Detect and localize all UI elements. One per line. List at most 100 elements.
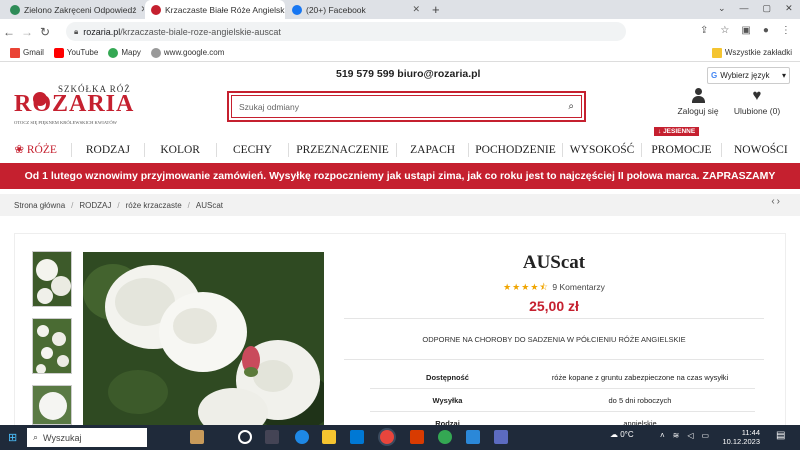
task-view-icon[interactable] bbox=[238, 430, 252, 444]
globe-icon bbox=[150, 47, 161, 58]
edge-icon[interactable] bbox=[295, 430, 309, 444]
wifi-icon[interactable]: ≋ bbox=[673, 431, 680, 440]
attribute-key: Wysyłka bbox=[432, 395, 463, 405]
rose-icon: ❀ bbox=[14, 143, 27, 156]
product-main-image[interactable] bbox=[83, 252, 324, 433]
menu-item-rodzaj[interactable]: RODZAJ bbox=[72, 142, 145, 157]
breadcrumb-item: AUScat bbox=[195, 200, 224, 210]
system-tray: ˄ ≋ ◁ ▭ bbox=[660, 431, 709, 440]
all-bookmarks[interactable]: Wszystkie zakładki bbox=[711, 47, 792, 58]
bookmark-youtube[interactable]: YouTube bbox=[53, 47, 98, 58]
breadcrumb-item[interactable]: RODZAJ bbox=[79, 201, 111, 210]
breadcrumb-item[interactable]: Strona główna bbox=[14, 201, 65, 210]
site-favicon-icon bbox=[10, 4, 20, 15]
chrome-icon[interactable] bbox=[380, 430, 394, 444]
back-icon[interactable]: ← bbox=[0, 25, 18, 39]
store-icon[interactable] bbox=[350, 430, 364, 444]
comments-link[interactable]: 9 Komentarzy bbox=[552, 282, 604, 292]
battery-icon[interactable]: ▭ bbox=[702, 431, 710, 440]
product-tags: ODPORNE NA CHOROBY DO SADZENIA W PÓŁCIEN… bbox=[344, 318, 764, 360]
menu-label: RÓŻE bbox=[26, 143, 57, 156]
search-icon[interactable]: ⌕ bbox=[568, 101, 574, 112]
product-rating: ★★★★⯪ 9 Komentarzy bbox=[344, 280, 764, 296]
login-link[interactable]: Zaloguj się bbox=[666, 88, 730, 116]
bookmark-gmail[interactable]: Gmail bbox=[10, 47, 44, 58]
contact-info[interactable]: 519 579 599 biuro@rozaria.pl bbox=[336, 68, 480, 80]
file-explorer-icon[interactable] bbox=[322, 430, 336, 444]
volume-icon[interactable]: ◁ bbox=[687, 431, 693, 440]
product-thumbnail[interactable] bbox=[32, 385, 72, 425]
app-icon[interactable] bbox=[494, 430, 508, 444]
notifications-icon[interactable]: ▤ bbox=[776, 430, 790, 444]
bookmark-google[interactable]: www.google.com bbox=[150, 47, 224, 58]
close-icon[interactable]: ✕ bbox=[140, 4, 144, 15]
gmail-icon bbox=[10, 47, 20, 58]
maps-icon bbox=[108, 47, 119, 58]
menu-icon[interactable]: ⋮ bbox=[781, 25, 791, 36]
app-icon[interactable] bbox=[466, 430, 480, 444]
tab-label: Krzaczaste Białe Róże Angielski bbox=[165, 4, 285, 15]
attribute-value: do 5 dni roboczych bbox=[608, 395, 672, 405]
close-icon[interactable]: ✕ bbox=[412, 4, 420, 15]
search-input[interactable]: Szukaj odmiany bbox=[239, 102, 299, 112]
tab-zielono[interactable]: Zielono Zakręceni Odpowiedź ✕ bbox=[4, 0, 144, 19]
product-thumbnail[interactable] bbox=[32, 318, 72, 374]
chrome-profile-icon[interactable] bbox=[438, 430, 452, 444]
weather-temp: 0°C bbox=[620, 430, 634, 439]
office-icon[interactable] bbox=[410, 430, 424, 444]
new-tab-button[interactable]: + bbox=[432, 2, 440, 17]
address-bar[interactable]: 🔒︎ rozaria.pl/krzaczaste-biale-roze-angi… bbox=[66, 22, 626, 41]
logo-tagline: OTOCZ SIĘ PIĘKNEM KRÓLEWSKICH KWIATÓW bbox=[14, 120, 118, 125]
heart-icon: ♥ bbox=[752, 87, 762, 104]
menu-item-nowosci[interactable]: NOWOŚCI bbox=[722, 143, 800, 157]
menu-item-promocje[interactable]: PROMOCJE bbox=[642, 142, 722, 157]
attribute-key: Dostępność bbox=[426, 372, 469, 382]
product-thumbnail[interactable] bbox=[32, 251, 72, 307]
rozaria-logo[interactable]: SZKÓŁKA RÓŻ ROZARIA OTOCZ SIĘ PIĘKNEM KR… bbox=[14, 84, 144, 132]
breadcrumb-item[interactable]: róże krzaczaste bbox=[126, 201, 182, 210]
weather-widget[interactable]: ☁ 0°C bbox=[610, 430, 634, 439]
tab-facebook[interactable]: (20+) Facebook ✕ bbox=[286, 0, 426, 19]
menu-item-zapach[interactable]: ZAPACH bbox=[397, 142, 470, 157]
attribute-row: Wysyłka do 5 dni roboczych bbox=[370, 389, 755, 412]
minimize-icon[interactable]: — bbox=[740, 3, 749, 14]
profile-icon[interactable]: ● bbox=[763, 25, 769, 36]
star-icon[interactable]: ☆ bbox=[720, 25, 729, 36]
taskbar-search-label: Wyszukaj bbox=[43, 432, 82, 443]
forward-icon[interactable]: → bbox=[18, 25, 36, 39]
widgets-icon[interactable] bbox=[265, 430, 279, 444]
url-domain: rozaria.pl bbox=[83, 26, 121, 37]
product-nav-arrows[interactable]: ‹› bbox=[771, 196, 782, 207]
close-window-icon[interactable]: ✕ bbox=[785, 3, 793, 14]
menu-item-przeznaczenie[interactable]: PRZEZNACZENIE bbox=[289, 142, 397, 157]
google-icon: G bbox=[711, 71, 718, 80]
favourites-link[interactable]: ♥ Ulubione (0) bbox=[730, 88, 784, 116]
menu-item-kolor[interactable]: KOLOR bbox=[145, 142, 217, 157]
menu-item-wysokosc[interactable]: WYSOKOŚĆ bbox=[563, 142, 643, 157]
info-banner: Od 1 lutego wznowimy przyjmowanie zamówi… bbox=[0, 163, 800, 189]
attribute-row: Dostępność róże kopane z gruntu zabezpiec… bbox=[370, 366, 755, 389]
reload-icon[interactable]: ↻ bbox=[36, 25, 54, 39]
bookmark-label: Mapy bbox=[121, 48, 141, 57]
taskbar-clock[interactable]: 11:44 10.12.2023 bbox=[722, 428, 760, 446]
main-menu: ❀ RÓŻE RODZAJ KOLOR CECHY PRZEZNACZENIE … bbox=[0, 137, 800, 162]
taskbar-search[interactable]: ⌕ Wyszukaj bbox=[27, 428, 147, 447]
folder-icon bbox=[711, 47, 722, 58]
window-controls: ⌄ — ▢ ✕ bbox=[718, 3, 793, 14]
menu-item-cechy[interactable]: CECHY bbox=[217, 142, 290, 157]
share-icon[interactable]: ⇪ bbox=[700, 25, 708, 36]
sidebar-icon[interactable]: ▣ bbox=[741, 25, 750, 36]
breadcrumb: Strona główna / RODZAJ / róże krzaczaste / … bbox=[0, 194, 800, 216]
language-select[interactable]: G Wybierz język ▾ bbox=[707, 67, 790, 84]
menu-item-pochodzenie[interactable]: POCHODZENIE bbox=[469, 142, 563, 157]
rose-favicon-icon bbox=[151, 4, 161, 15]
windows-start-icon[interactable]: ⊞ bbox=[8, 431, 17, 444]
bookmark-maps[interactable]: Mapy bbox=[108, 47, 141, 58]
menu-item-roze[interactable]: ❀ RÓŻE bbox=[0, 142, 73, 157]
search-input-wrap[interactable]: Szukaj odmiany ⌕ bbox=[231, 95, 582, 118]
maximize-icon[interactable]: ▢ bbox=[763, 3, 772, 14]
tab-search-icon[interactable]: ⌄ bbox=[718, 3, 726, 14]
chevron-up-icon[interactable]: ˄ bbox=[660, 431, 665, 440]
tab-label: Zielono Zakręceni Odpowiedź bbox=[24, 4, 137, 15]
tab-rozaria[interactable]: Krzaczaste Białe Róże Angielski ✕ bbox=[145, 0, 285, 19]
